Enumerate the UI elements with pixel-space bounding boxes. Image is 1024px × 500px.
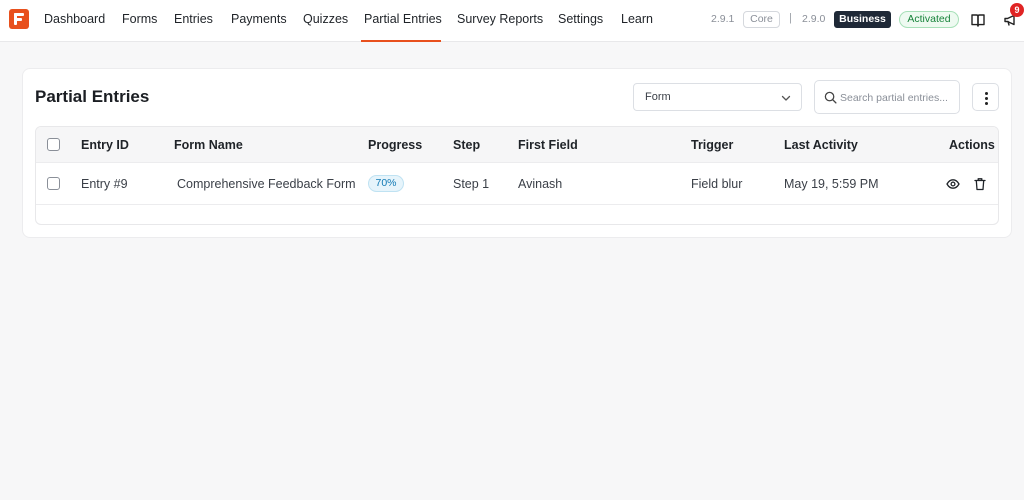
step: Step 1 bbox=[453, 177, 490, 191]
entry-id: Entry #9 bbox=[81, 177, 128, 191]
last-activity: May 19, 5:59 PM bbox=[784, 177, 879, 191]
first-field: Avinash bbox=[518, 177, 563, 191]
select-all-checkbox[interactable] bbox=[47, 138, 60, 151]
search-input[interactable] bbox=[840, 89, 956, 106]
nav-entries[interactable]: Entries bbox=[174, 0, 213, 42]
search-box[interactable] bbox=[814, 80, 960, 114]
nav-survey-reports[interactable]: Survey Reports bbox=[457, 0, 543, 42]
top-navbar: Dashboard Forms Entries Payments Quizzes… bbox=[0, 0, 1024, 42]
form-filter-value: Form bbox=[645, 91, 671, 103]
row-checkbox[interactable] bbox=[47, 177, 60, 190]
more-options-button[interactable] bbox=[972, 83, 999, 111]
eye-icon[interactable] bbox=[946, 177, 960, 191]
header-step[interactable]: Step bbox=[453, 138, 480, 152]
table-header-row: Entry ID Form Name Progress Step First F… bbox=[36, 127, 998, 163]
form-filter-select[interactable]: Form bbox=[633, 83, 802, 111]
core-version: 2.9.1 bbox=[711, 13, 735, 25]
version-separator: | bbox=[789, 12, 792, 24]
header-progress[interactable]: Progress bbox=[368, 138, 422, 152]
form-name: Comprehensive Feedback Form bbox=[177, 177, 356, 191]
nav-payments[interactable]: Payments bbox=[231, 0, 287, 42]
header-entry-id[interactable]: Entry ID bbox=[81, 138, 129, 152]
fluent-forms-logo-icon[interactable] bbox=[9, 9, 29, 29]
nav-forms[interactable]: Forms bbox=[122, 0, 157, 42]
nav-settings[interactable]: Settings bbox=[558, 0, 603, 42]
nav-quizzes[interactable]: Quizzes bbox=[303, 0, 348, 42]
header-form-name[interactable]: Form Name bbox=[174, 138, 243, 152]
page-title: Partial Entries bbox=[35, 87, 150, 106]
partial-entries-table: Entry ID Form Name Progress Step First F… bbox=[35, 126, 999, 225]
trash-icon[interactable] bbox=[973, 177, 987, 191]
header-first-field[interactable]: First Field bbox=[518, 138, 578, 152]
nav-partial-entries[interactable]: Partial Entries bbox=[364, 0, 442, 42]
progress-badge: 70% bbox=[368, 175, 404, 192]
book-icon[interactable] bbox=[970, 12, 986, 28]
chevron-down-icon bbox=[781, 95, 791, 101]
plan-badge: Business bbox=[834, 11, 891, 28]
nav-learn[interactable]: Learn bbox=[621, 0, 653, 42]
nav-dashboard[interactable]: Dashboard bbox=[44, 0, 105, 42]
license-status-badge: Activated bbox=[899, 11, 959, 28]
header-trigger[interactable]: Trigger bbox=[691, 138, 733, 152]
pro-version: 2.9.0 bbox=[802, 13, 826, 25]
trigger: Field blur bbox=[691, 177, 743, 191]
active-tab-indicator bbox=[361, 40, 441, 42]
table-row[interactable]: Entry #9 Comprehensive Feedback Form 70%… bbox=[36, 163, 998, 205]
search-icon bbox=[824, 91, 837, 104]
notification-count-badge: 9 bbox=[1010, 3, 1024, 17]
core-label: Core bbox=[743, 11, 780, 28]
header-actions: Actions bbox=[949, 138, 995, 152]
header-last-activity[interactable]: Last Activity bbox=[784, 138, 858, 152]
